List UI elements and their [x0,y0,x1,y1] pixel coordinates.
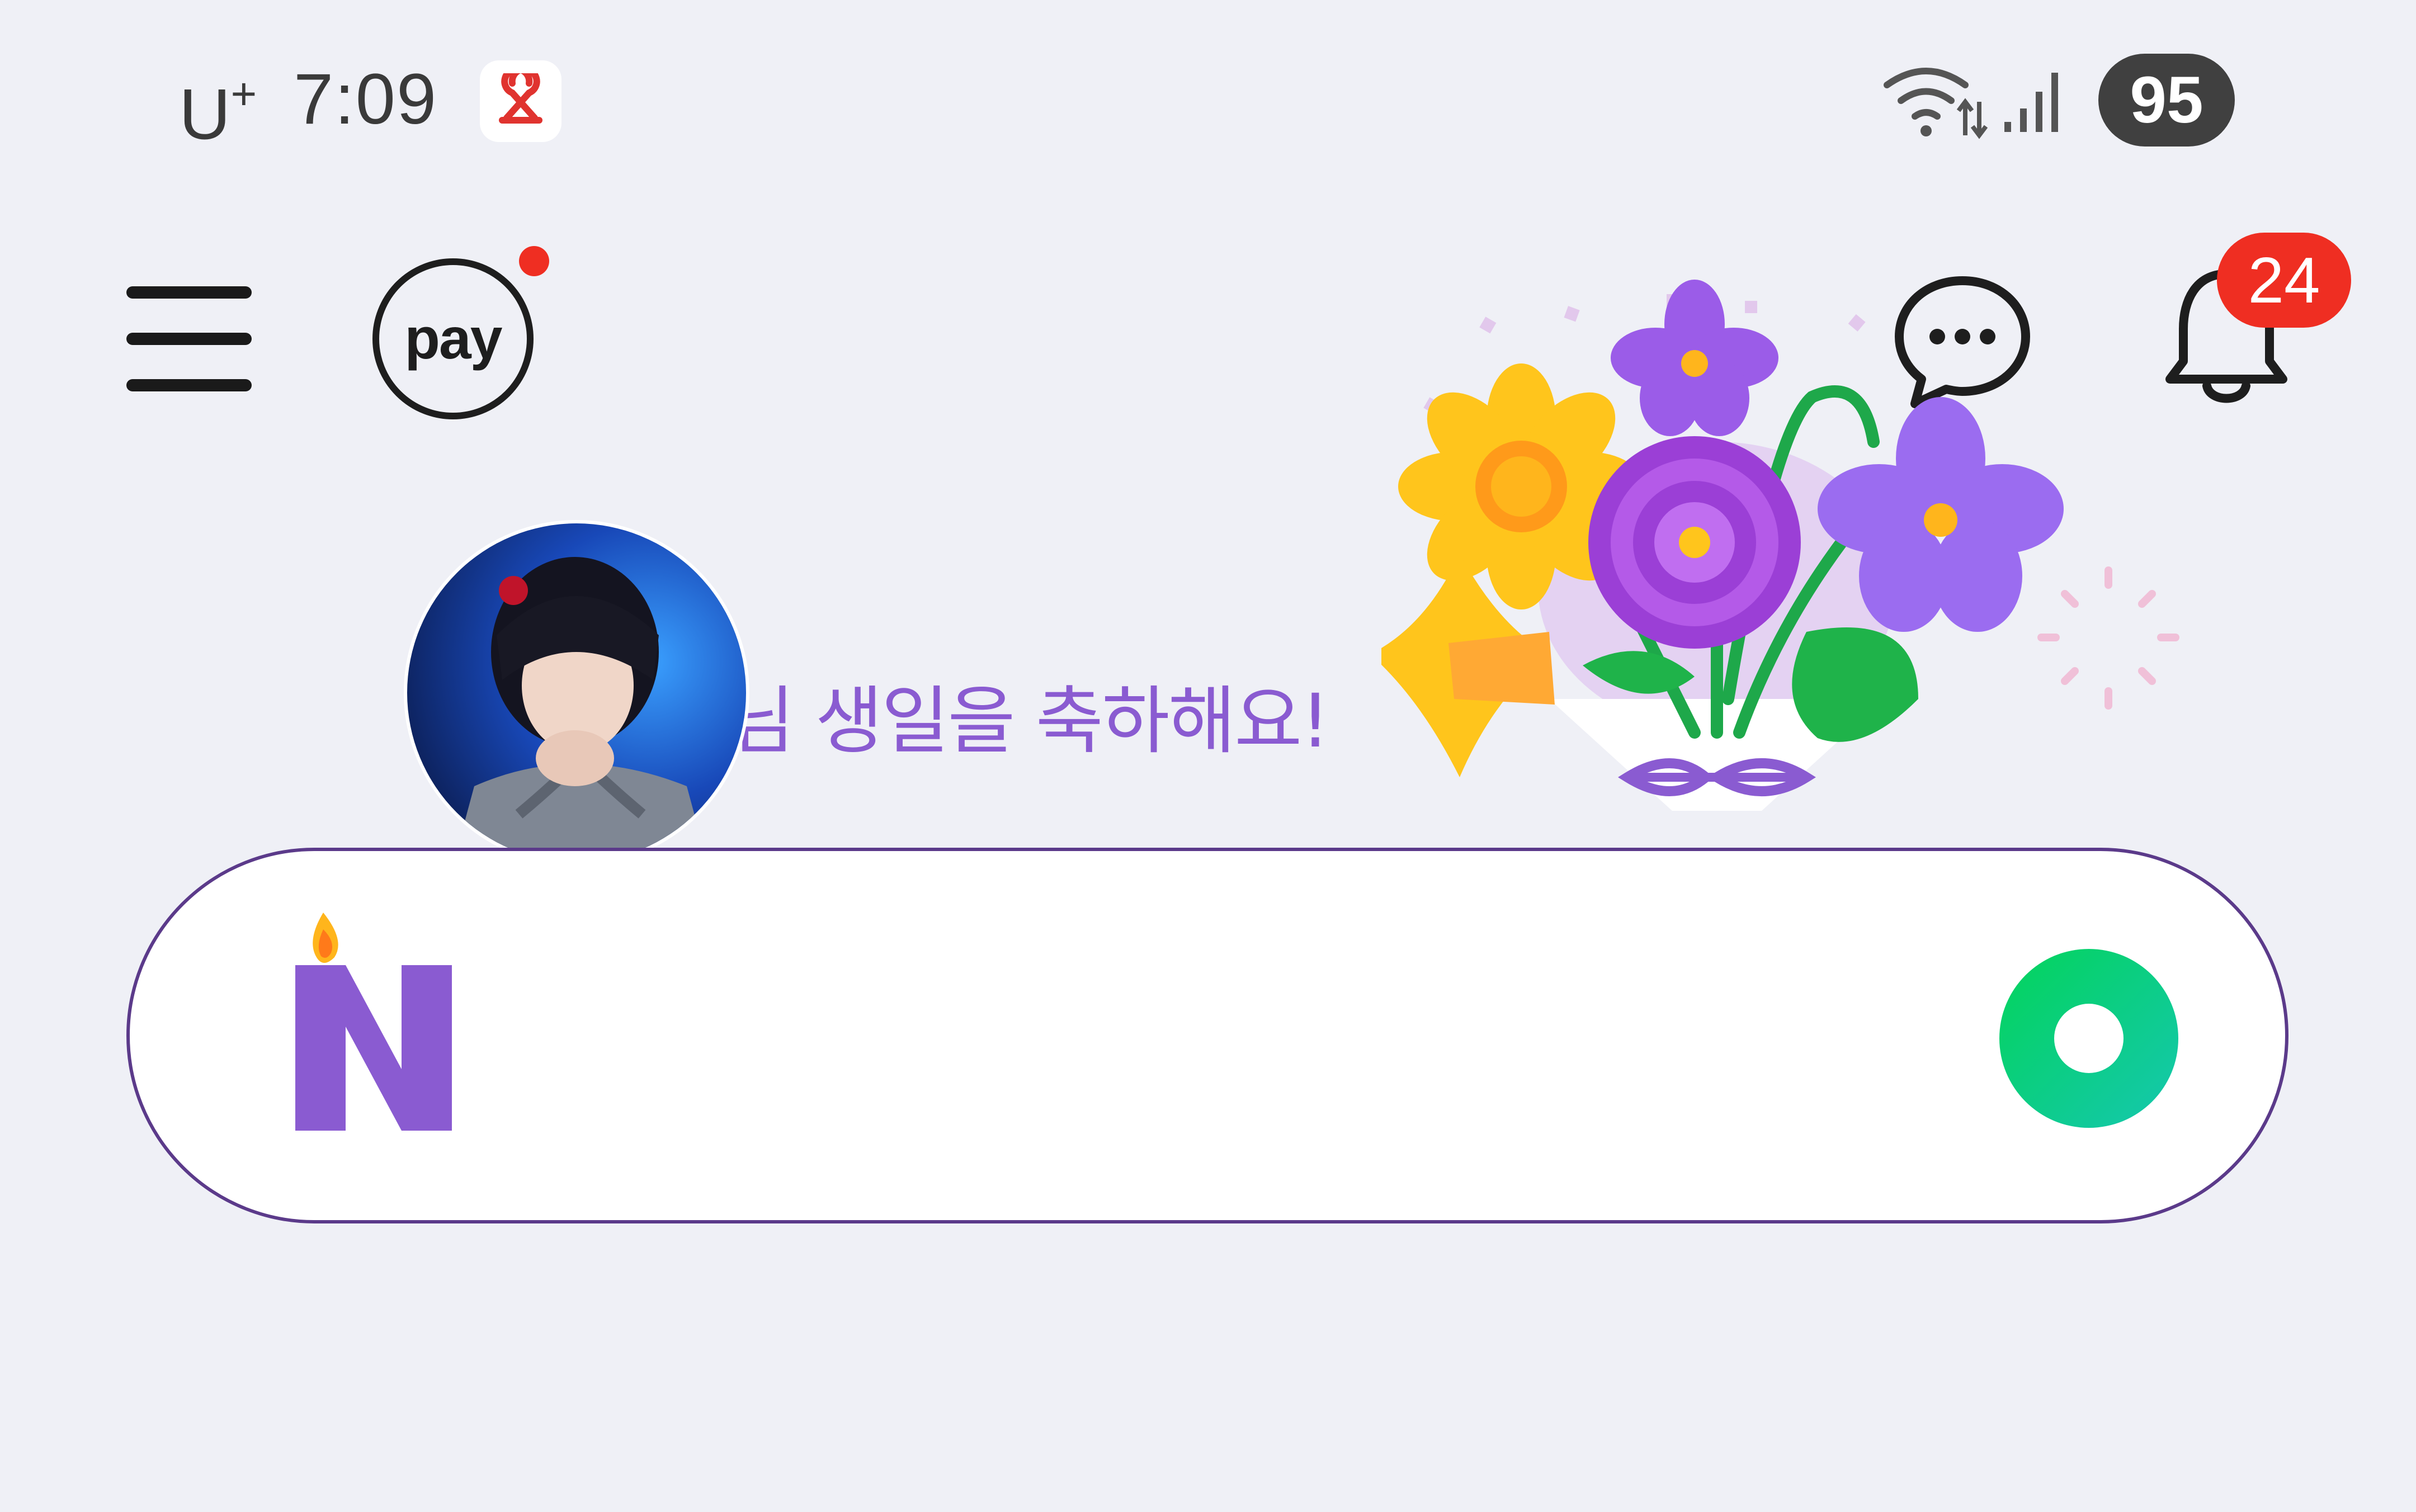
birthday-greeting: 님 생일을 축하해요! [727,678,1330,764]
pay-new-dot [519,246,549,276]
profile-avatar[interactable] [404,520,749,866]
carrier-label: U+ [179,69,257,155]
pay-button[interactable]: pay [372,258,534,419]
notification-app-icon [480,60,561,142]
wifi-icon [1884,68,1988,139]
search-bar[interactable] [126,848,2288,1223]
battery-icon: 95 [2098,54,2235,147]
status-time: 7:09 [294,59,438,139]
bouquet-illustration [1381,280,2179,811]
notification-count-badge: 24 [2217,233,2351,328]
green-dot-search-icon[interactable] [1997,946,2181,1131]
menu-button[interactable] [126,286,252,391]
pay-label: pay [404,306,502,371]
search-input[interactable] [443,957,2067,1121]
signal-icon [2004,73,2058,132]
naver-birthday-logo-icon [295,913,452,1131]
menu-icon [126,286,252,299]
